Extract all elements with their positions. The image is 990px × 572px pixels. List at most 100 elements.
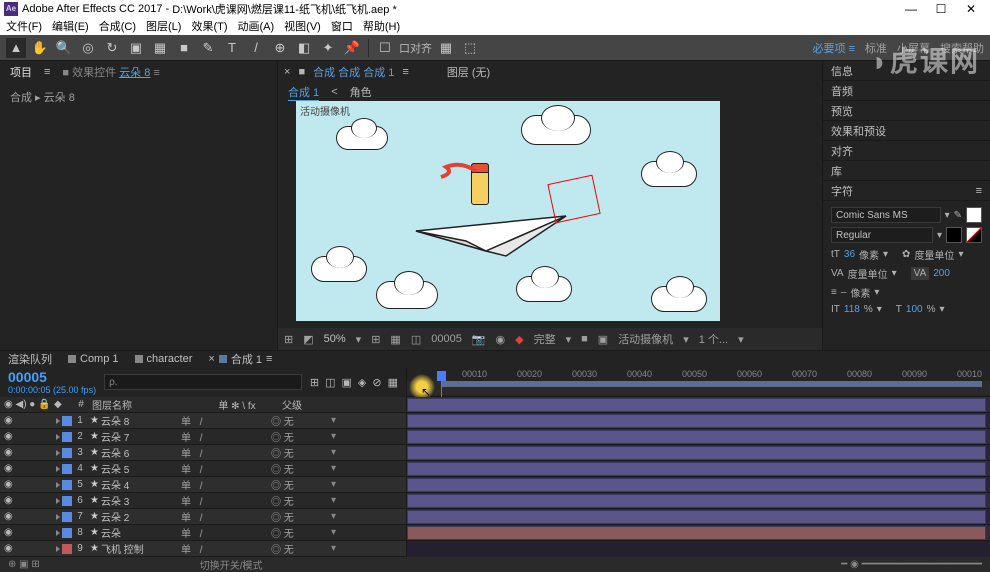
layer-switches[interactable]: 单 / [181,477,271,492]
effects-panel-header[interactable]: 效果和预设 [823,121,990,141]
menu-help[interactable]: 帮助(H) [363,18,400,34]
time-ruler[interactable]: 0001000020000300004000050000600007000080… [407,367,990,397]
visibility-toggle[interactable]: ◉ [4,415,18,426]
comp-tab-role[interactable]: 角色 [350,84,372,100]
layer-bar[interactable] [407,510,986,524]
layer-color[interactable] [62,528,72,538]
info-panel-header[interactable]: 信息 [823,61,990,81]
track-row[interactable] [407,461,990,477]
grid-icon[interactable]: ⊞ [371,333,380,346]
rotate-tool[interactable]: ↻ [102,38,122,58]
minimize-button[interactable]: — [896,0,926,17]
active-comp-tab[interactable]: × 合成 1 ≡ [208,351,272,367]
layer-panel-tab[interactable]: 图层 (无) [447,64,490,80]
alpha-icon[interactable]: ◩ [303,333,313,346]
mask-icon[interactable]: ◫ [411,333,421,346]
character-panel-header[interactable]: 字符≡ [823,181,990,201]
timecode[interactable]: 00005 [431,333,462,345]
parent-dropdown[interactable]: ▾ [331,479,343,490]
layer-bar[interactable] [407,414,986,428]
toggle-switches[interactable]: 切换开关/模式 [200,557,263,572]
frame-blend-icon[interactable]: ◈ [358,376,366,389]
visibility-toggle[interactable]: ◉ [4,495,18,506]
visibility-toggle[interactable]: ◉ [4,479,18,490]
layer-bar[interactable] [407,526,986,540]
layer-name[interactable]: 云朵 [101,525,181,540]
layer-parent[interactable]: ◎ 无 [271,541,331,556]
twirl-icon[interactable] [56,498,60,504]
layer-color[interactable] [62,544,72,554]
menu-effect[interactable]: 效果(T) [191,18,227,34]
stroke-width[interactable]: – [841,287,847,298]
shy-icon[interactable]: ▣ [342,376,352,389]
close-button[interactable]: ✕ [956,0,986,17]
clone-tool[interactable]: ⊕ [270,38,290,58]
composition-viewer[interactable]: 活动摄像机 [296,101,720,321]
parent-dropdown[interactable]: ▾ [331,527,343,538]
layer-parent[interactable]: ◎ 无 [271,493,331,508]
layer-color[interactable] [62,416,72,426]
layer-row[interactable]: ◉ 7 ★ 云朵 2 单 / ◎ 无 ▾ [0,509,406,525]
layer-row[interactable]: ◉ 8 ★ 云朵 单 / ◎ 无 ▾ [0,525,406,541]
layer-name[interactable]: 云朵 7 [101,429,181,444]
roto-tool[interactable]: ✦ [318,38,338,58]
render-icon[interactable]: ⬚ [460,38,480,58]
preview-panel-header[interactable]: 预览 [823,101,990,121]
region-icon[interactable]: ▣ [598,333,608,346]
layer-name[interactable]: 云朵 8 [101,413,181,428]
layer-color[interactable] [62,496,72,506]
resolution[interactable]: 完整 [534,331,556,347]
expand-icon[interactable]: ⊕ ▣ ⊞ [8,559,40,570]
layer-row[interactable]: ◉ 1 ★ 云朵 8 单 / ◎ 无 ▾ [0,413,406,429]
layer-parent[interactable]: ◎ 无 [271,509,331,524]
camera-tool[interactable]: ▣ [126,38,146,58]
pen-tool[interactable]: ✎ [198,38,218,58]
layer-switches[interactable]: 单 / [181,493,271,508]
graph-editor-icon[interactable]: ▦ [388,376,398,389]
anchor-tool[interactable]: ▦ [150,38,170,58]
visibility-toggle[interactable]: ◉ [4,447,18,458]
parent-dropdown[interactable]: ▾ [331,511,343,522]
layer-bar[interactable] [407,430,986,444]
font-size[interactable]: 36 [844,249,855,260]
work-area[interactable] [441,381,982,387]
menu-window[interactable]: 窗口 [331,18,353,34]
font-family-select[interactable]: Comic Sans MS [831,207,941,223]
fill-color[interactable] [966,207,982,223]
visibility-toggle[interactable]: ◉ [4,511,18,522]
layer-name[interactable]: 云朵 5 [101,461,181,476]
layer-row[interactable]: ◉ 2 ★ 云朵 7 单 / ◎ 无 ▾ [0,429,406,445]
layer-switches[interactable]: 单 / [181,509,271,524]
layer-row[interactable]: ◉ 3 ★ 云朵 6 单 / ◎ 无 ▾ [0,445,406,461]
parent-dropdown[interactable]: ▾ [331,415,343,426]
workspace-standard[interactable]: 标准 [865,40,887,56]
current-timecode[interactable]: 00005 [8,369,96,385]
track-row[interactable] [407,493,990,509]
stroke-color[interactable] [946,227,962,243]
layer-parent[interactable]: ◎ 无 [271,477,331,492]
layer-parent[interactable]: ◎ 无 [271,525,331,540]
proxy-icon[interactable]: ▦ [436,38,456,58]
effect-controls-tab[interactable]: ■ 效果控件 云朵 8 ≡ [58,62,163,82]
eyedropper-icon[interactable]: ✎ [954,210,962,221]
tracking[interactable]: 200 [933,268,950,279]
menu-edit[interactable]: 编辑(E) [52,18,89,34]
twirl-icon[interactable] [56,530,60,536]
text-tool[interactable]: T [222,38,242,58]
layer-switches[interactable]: 单 / [181,413,271,428]
align-panel-header[interactable]: 对齐 [823,141,990,161]
view-count[interactable]: 1 个... [699,331,728,347]
track-row[interactable] [407,477,990,493]
snap-toggle[interactable]: ☐ [375,38,395,58]
puppet-tool[interactable]: 📌 [342,38,362,58]
view-icon[interactable]: ■ [581,333,588,345]
layer-bar[interactable] [407,446,986,460]
twirl-icon[interactable] [56,434,60,440]
audio-panel-header[interactable]: 音频 [823,81,990,101]
res-icon[interactable]: ⊞ [284,333,293,346]
layer-search[interactable]: ρ. [104,374,302,390]
layer-bar[interactable] [407,398,986,412]
layer-row[interactable]: ◉ 5 ★ 云朵 4 单 / ◎ 无 ▾ [0,477,406,493]
layer-color[interactable] [62,480,72,490]
layer-bar[interactable] [407,462,986,476]
